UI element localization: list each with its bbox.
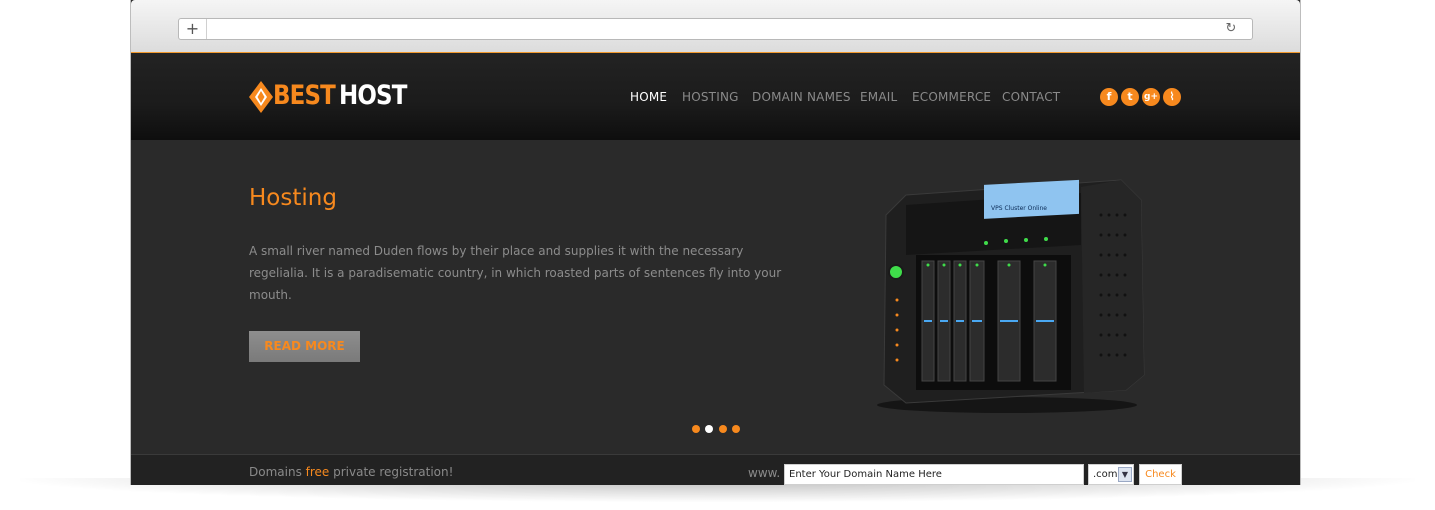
- domain-promo-text-end: private registration!: [329, 465, 454, 479]
- logo-diamond-icon: [249, 81, 273, 113]
- browser-window: + ↻ BEST HOST HOME HOSTING DOMAIN NAMES …: [130, 0, 1301, 485]
- reload-icon[interactable]: ↻: [1222, 20, 1240, 38]
- browser-toolbar: + ↻: [131, 0, 1300, 53]
- logo-text-best: BEST: [273, 80, 336, 111]
- slider-dot-1[interactable]: [692, 425, 700, 433]
- nav-item-home[interactable]: HOME: [630, 90, 667, 104]
- domain-promo-text-start: Domains: [249, 465, 306, 479]
- hero-description: A small river named Duden flows by their…: [249, 244, 782, 302]
- new-tab-icon[interactable]: +: [179, 19, 207, 39]
- nav-item-email[interactable]: EMAIL: [860, 90, 897, 104]
- check-domain-button[interactable]: Check: [1139, 464, 1182, 485]
- read-more-button[interactable]: READ MORE: [249, 331, 360, 362]
- address-bar[interactable]: + ↻: [178, 18, 1253, 40]
- domain-search-input[interactable]: Enter Your Domain Name Here: [784, 464, 1084, 485]
- nav-item-hosting[interactable]: HOSTING: [682, 90, 739, 104]
- hero-title: Hosting: [249, 185, 337, 211]
- chevron-down-icon[interactable]: ▼: [1118, 467, 1132, 482]
- site-header: BEST HOST HOME HOSTING DOMAIN NAMES EMAI…: [131, 53, 1300, 140]
- twitter-icon[interactable]: t: [1121, 88, 1139, 106]
- server-image: VPS Cluster Online: [877, 179, 1145, 413]
- hero-slider: Hosting A small river named Duden flows …: [131, 140, 1300, 454]
- tld-select-value: .com: [1093, 469, 1118, 480]
- tld-select[interactable]: .com ▼: [1088, 464, 1134, 485]
- domain-promo-text: Domains free private registration!: [249, 465, 453, 479]
- nav-item-ecommerce[interactable]: ECOMMERCE: [912, 90, 991, 104]
- slider-dot-2[interactable]: [705, 425, 713, 433]
- nav-item-contact[interactable]: CONTACT: [1002, 90, 1060, 104]
- google-plus-icon[interactable]: g+: [1142, 88, 1160, 106]
- server-screen-text: VPS Cluster Online: [991, 205, 1047, 212]
- facebook-icon[interactable]: f: [1100, 88, 1118, 106]
- logo-text-host: HOST: [339, 80, 407, 111]
- nav-item-domain-names[interactable]: DOMAIN NAMES: [752, 90, 851, 104]
- rss-icon[interactable]: ⌇: [1163, 88, 1181, 106]
- domain-search-bar: Domains free private registration! www. …: [131, 454, 1300, 485]
- www-label: www.: [748, 466, 781, 480]
- domain-promo-free: free: [305, 465, 330, 479]
- slider-dot-3[interactable]: [719, 425, 727, 433]
- slider-dot-4[interactable]: [732, 425, 740, 433]
